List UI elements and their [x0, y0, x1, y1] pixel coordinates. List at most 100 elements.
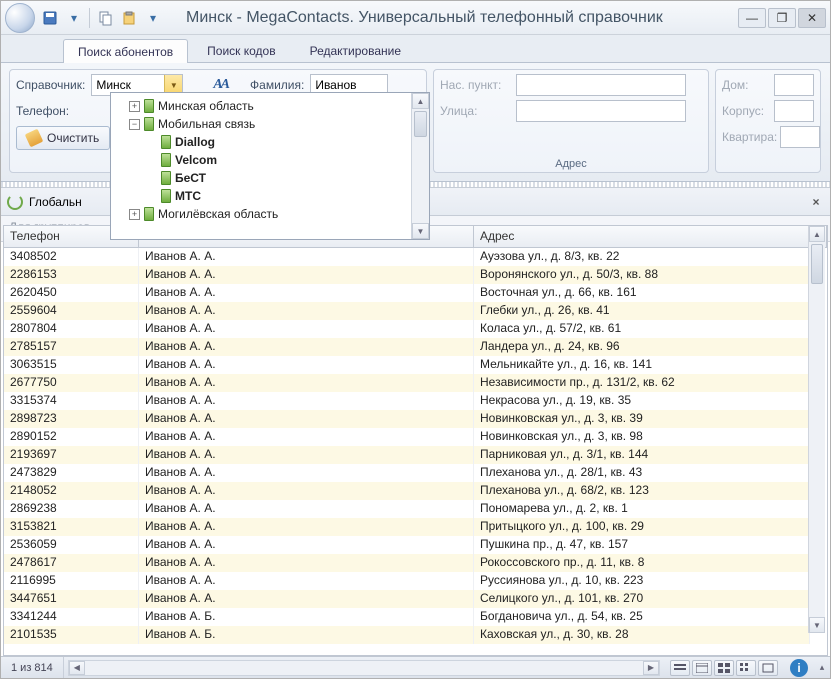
folder-icon [161, 153, 171, 167]
directory-dropdown[interactable]: + Минская область −Мобильная связьDiallog V… [110, 92, 430, 240]
tree-item-label: Velcom [175, 153, 217, 167]
scroll-left-icon[interactable]: ◀ [69, 661, 85, 675]
status-chevron-icon[interactable]: ▴ [814, 660, 830, 676]
tree-item-label: Минская область [158, 99, 254, 113]
house-input[interactable] [774, 74, 814, 96]
building-input[interactable] [774, 100, 814, 122]
tree-item[interactable]: МТС [115, 187, 407, 205]
tree-item[interactable]: −Мобильная связь [115, 115, 407, 133]
window-buttons: — ❐ ✕ [738, 8, 826, 28]
tab-search-codes[interactable]: Поиск кодов [192, 38, 290, 62]
scroll-down-icon[interactable]: ▼ [809, 617, 825, 633]
font-icon[interactable]: AA [213, 77, 228, 93]
scroll-right-icon[interactable]: ▶ [643, 661, 659, 675]
expand-icon[interactable]: + [129, 101, 140, 112]
table-row[interactable]: 2116995Иванов А. А.Руссиянова ул., д. 10… [4, 572, 810, 590]
expand-icon[interactable]: + [129, 209, 140, 220]
expand-icon[interactable]: − [129, 119, 140, 130]
cell-name: Иванов А. А. [139, 536, 474, 554]
table-row[interactable]: 2620450Иванов А. А.Восточная ул., д. 66,… [4, 284, 810, 302]
table-row[interactable]: 2286153Иванов А. А.Воронянского ул., д. … [4, 266, 810, 284]
cell-phone: 2677750 [4, 374, 139, 392]
table-row[interactable]: 2559604Иванов А. А.Глебки ул., д. 26, кв… [4, 302, 810, 320]
cell-addr: Каховская ул., д. 30, кв. 28 [474, 626, 810, 644]
tree-item[interactable]: Velcom [115, 151, 407, 169]
maximize-button[interactable]: ❐ [768, 8, 796, 28]
cell-name: Иванов А. Б. [139, 626, 474, 644]
status-bar: 1 из 814 ◀ ▶ i ▴ [1, 656, 830, 678]
table-row[interactable]: 3063515Иванов А. А.Мельникайте ул., д. 1… [4, 356, 810, 374]
cell-name: Иванов А. А. [139, 320, 474, 338]
address-group2: Дом: Корпус: Квартира: [715, 69, 821, 173]
cell-phone: 2890152 [4, 428, 139, 446]
qat-overflow-icon[interactable]: ▾ [144, 9, 162, 27]
tree-item[interactable]: Diallog [115, 133, 407, 151]
view-small-button[interactable] [736, 660, 756, 676]
tree-item[interactable]: + Минская область [115, 97, 407, 115]
hscrollbar[interactable]: ◀ ▶ [68, 660, 660, 676]
folder-icon [144, 207, 154, 221]
col-address[interactable]: Адрес [474, 226, 827, 247]
view-list-button[interactable] [670, 660, 690, 676]
table-row[interactable]: 3341244Иванов А. Б.Богдановича ул., д. 5… [4, 608, 810, 626]
tree-item[interactable]: +Могилёвская область [115, 205, 407, 223]
view-details-button[interactable] [692, 660, 712, 676]
street-input[interactable] [516, 100, 686, 122]
table-row[interactable]: 2898723Иванов А. А.Новинковская ул., д. … [4, 410, 810, 428]
close-button[interactable]: ✕ [798, 8, 826, 28]
record-counter: 1 из 814 [1, 657, 64, 678]
cell-phone: 2101535 [4, 626, 139, 644]
table-row[interactable]: 3447651Иванов А. А.Селицкого ул., д. 101… [4, 590, 810, 608]
grid-vscrollbar[interactable]: ▲ ▼ [808, 226, 825, 633]
table-row[interactable]: 2807804Иванов А. А.Коласа ул., д. 57/2, … [4, 320, 810, 338]
cell-phone: 2620450 [4, 284, 139, 302]
scroll-track[interactable] [412, 139, 429, 223]
tree-item[interactable]: БеСТ [115, 169, 407, 187]
tab-search-subscribers[interactable]: Поиск абонентов [63, 39, 188, 63]
city-input[interactable] [516, 74, 686, 96]
table-row[interactable]: 2890152Иванов А. А.Новинковская ул., д. … [4, 428, 810, 446]
app-orb-button[interactable] [5, 3, 35, 33]
scroll-thumb[interactable] [414, 111, 427, 137]
table-row[interactable]: 2473829Иванов А. А.Плеханова ул., д. 28/… [4, 464, 810, 482]
clear-button[interactable]: Очистить [16, 126, 110, 150]
table-row[interactable]: 2193697Иванов А. А.Парниковая ул., д. 3/… [4, 446, 810, 464]
cell-name: Иванов А. А. [139, 518, 474, 536]
scroll-track[interactable] [809, 242, 825, 617]
qat-save-icon[interactable] [41, 9, 59, 27]
cell-name: Иванов А. А. [139, 446, 474, 464]
minimize-button[interactable]: — [738, 8, 766, 28]
scroll-up-icon[interactable]: ▲ [412, 93, 429, 109]
qat-dropdown-icon[interactable]: ▾ [65, 9, 83, 27]
table-row[interactable]: 3153821Иванов А. А.Притыцкого ул., д. 10… [4, 518, 810, 536]
scroll-down-icon[interactable]: ▼ [412, 223, 429, 239]
scroll-thumb[interactable] [811, 244, 823, 284]
view-cards-button[interactable] [758, 660, 778, 676]
refresh-icon[interactable] [7, 194, 23, 210]
info-button[interactable]: i [790, 659, 808, 677]
cell-addr: Руссиянова ул., д. 10, кв. 223 [474, 572, 810, 590]
scroll-up-icon[interactable]: ▲ [809, 226, 825, 242]
cell-phone: 3315374 [4, 392, 139, 410]
dropdown-scrollbar[interactable]: ▲ ▼ [411, 93, 429, 239]
view-tiles-button[interactable] [714, 660, 734, 676]
close-panel-button[interactable]: × [808, 194, 824, 210]
table-row[interactable]: 2536059Иванов А. А.Пушкина пр., д. 47, к… [4, 536, 810, 554]
table-row[interactable]: 3408502Иванов А. А.Ауэзова ул., д. 8/3, … [4, 248, 810, 266]
qat-copy-icon[interactable] [96, 9, 114, 27]
table-row[interactable]: 2869238Иванов А. А.Пономарева ул., д. 2,… [4, 500, 810, 518]
table-row[interactable]: 2148052Иванов А. А.Плеханова ул., д. 68/… [4, 482, 810, 500]
table-row[interactable]: 2785157Иванов А. А.Ландера ул., д. 24, к… [4, 338, 810, 356]
table-row[interactable]: 3315374Иванов А. А.Некрасова ул., д. 19,… [4, 392, 810, 410]
tab-edit[interactable]: Редактирование [295, 38, 416, 62]
global-label[interactable]: Глобальн [29, 195, 82, 209]
table-row[interactable]: 2101535Иванов А. Б.Каховская ул., д. 30,… [4, 626, 810, 644]
cell-name: Иванов А. А. [139, 428, 474, 446]
qat-paste-icon[interactable] [120, 9, 138, 27]
city-label: Нас. пункт: [440, 78, 510, 92]
table-row[interactable]: 2677750Иванов А. А.Независимости пр., д.… [4, 374, 810, 392]
address-group-title: Адрес [434, 158, 708, 170]
flat-input[interactable] [780, 126, 820, 148]
cell-phone: 2869238 [4, 500, 139, 518]
table-row[interactable]: 2478617Иванов А. А.Рокоссовского пр., д.… [4, 554, 810, 572]
